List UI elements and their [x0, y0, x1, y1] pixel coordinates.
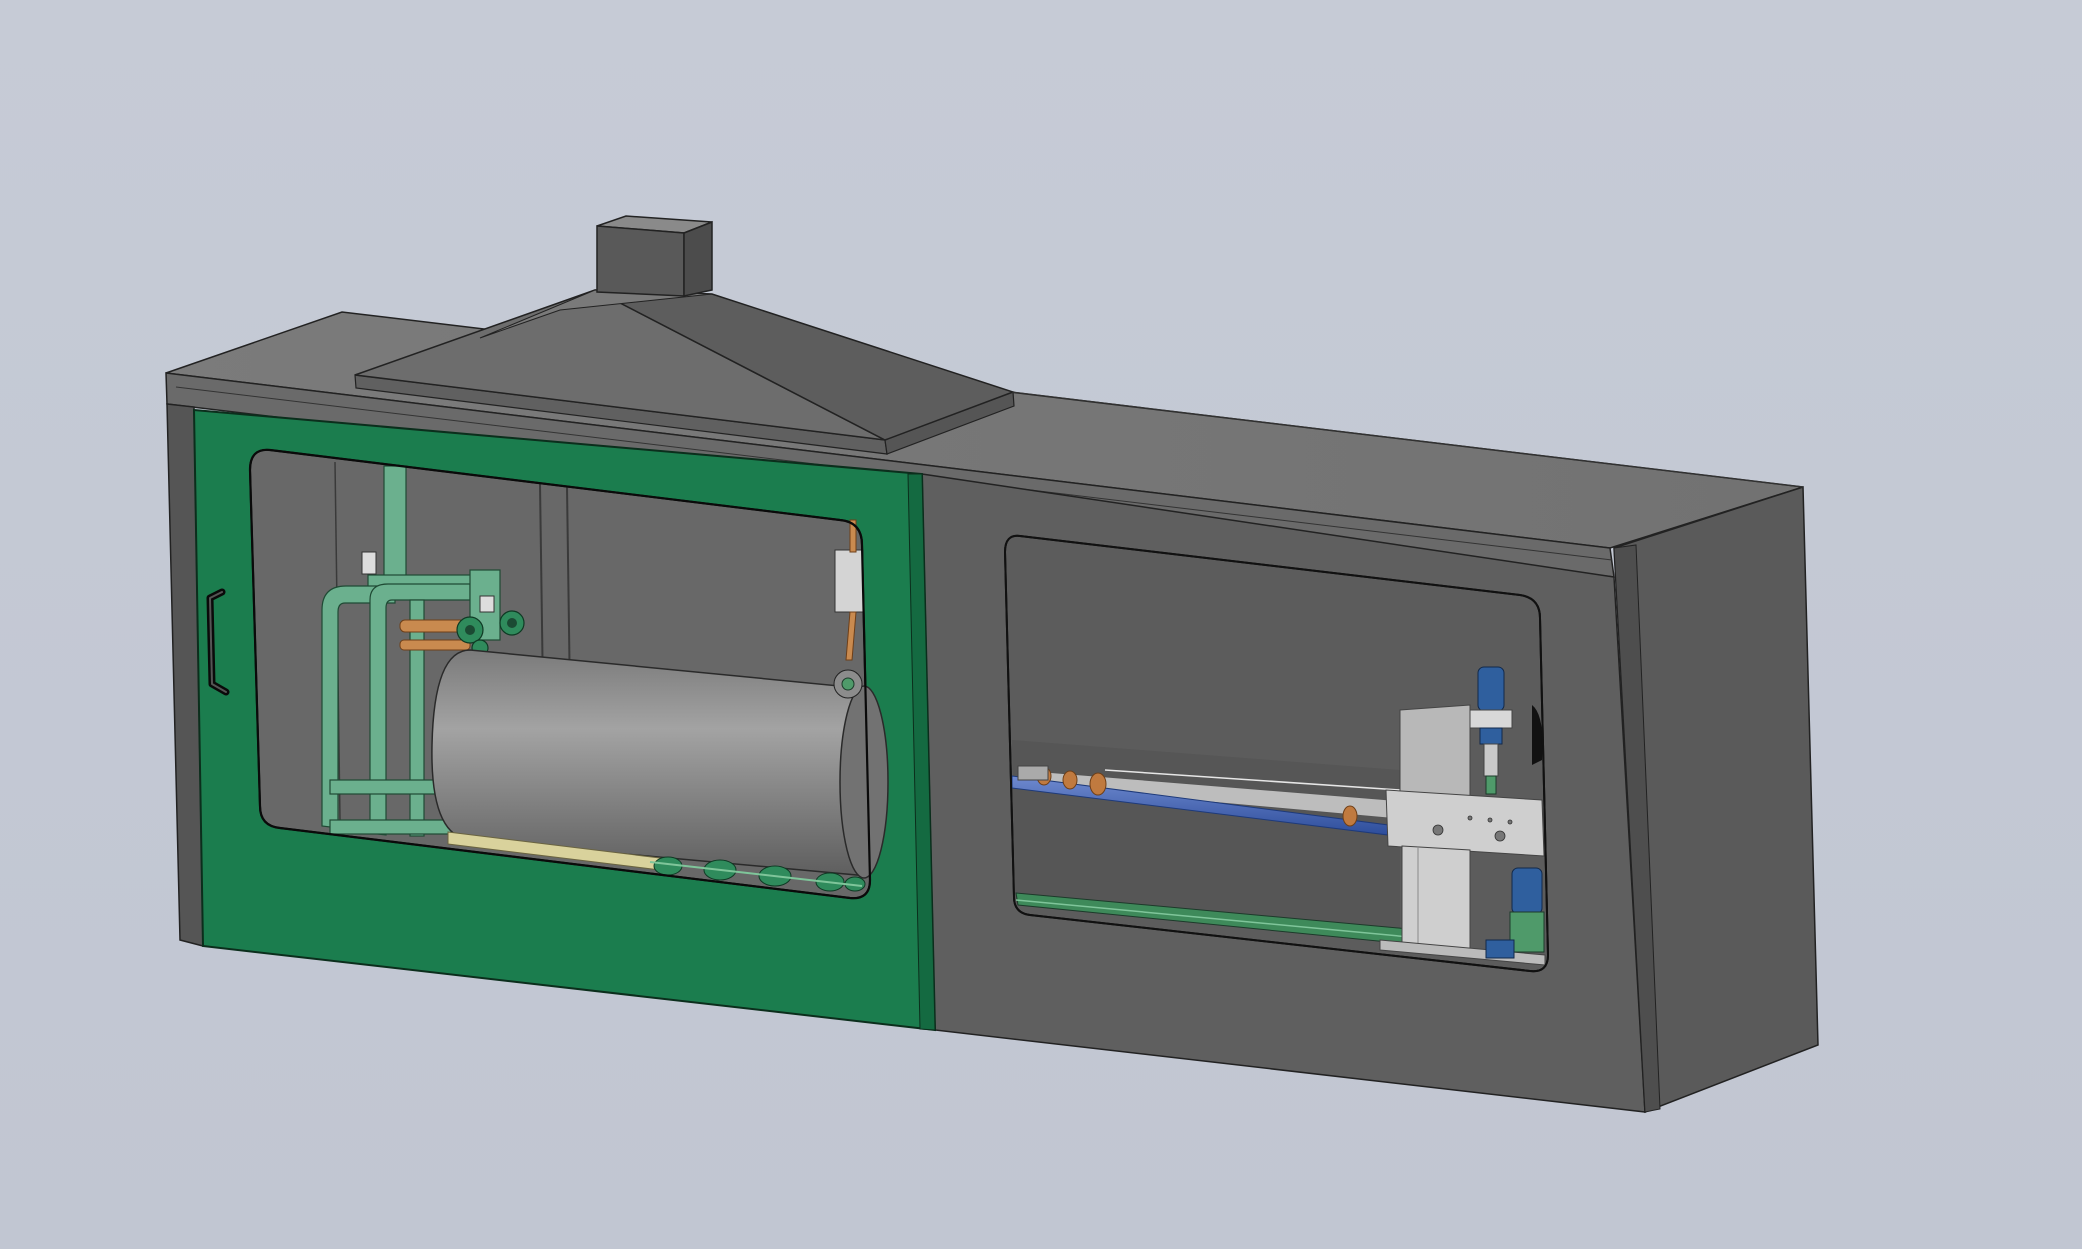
cad-viewport[interactable]: [0, 0, 2082, 1249]
housing-right-side: [1613, 485, 1819, 1114]
right-inspection-window: [1003, 534, 1550, 973]
door-window: [248, 448, 889, 900]
machine-model[interactable]: [0, 0, 2082, 1249]
